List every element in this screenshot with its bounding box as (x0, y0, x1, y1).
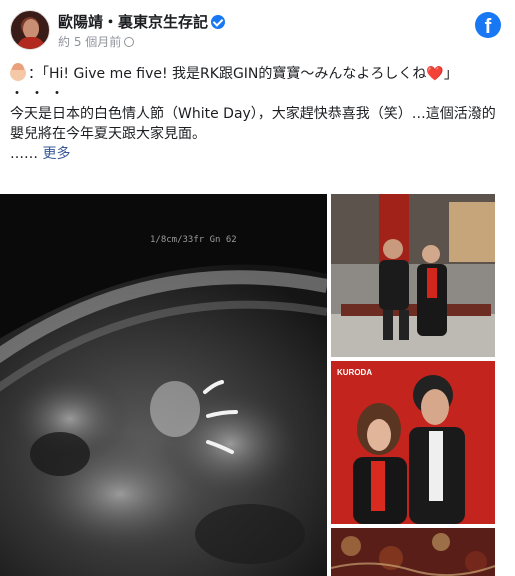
heart-emoji-icon: ❤️ (426, 66, 444, 82)
post-header: 歐陽靖・裏東京生存記 約 5 個月前 f (0, 0, 515, 60)
rug-image (331, 528, 495, 576)
post-line-1: ：「Hi! Give me five! 我是RK跟GIN的寶寶〜みんなよろしくね… (10, 63, 500, 84)
post-text: ：「Hi! Give me five! 我是RK跟GIN的寶寶〜みんなよろしくね… (10, 63, 500, 164)
see-more-link[interactable]: 更多 (42, 146, 70, 162)
street-couple-image (331, 194, 495, 357)
page-name-text: 歐陽靖・裏東京生存記 (58, 13, 209, 31)
photo-gallery: 1/8cm/33fr Gn 62 KURODA (0, 194, 515, 576)
couple-photo-2[interactable]: KURODA (331, 361, 495, 524)
baby-emoji-icon (10, 63, 26, 81)
rug-photo[interactable] (331, 528, 495, 576)
see-more-row: …… 更多 (10, 144, 500, 164)
ultrasound-image: 1/8cm/33fr Gn 62 (0, 194, 327, 576)
page-name-link[interactable]: 歐陽靖・裏東京生存記 (58, 11, 226, 32)
avatar-body (17, 37, 45, 49)
wall-text: KURODA (337, 368, 372, 377)
ultrasound-photo[interactable]: 1/8cm/33fr Gn 62 (0, 194, 327, 576)
post-timestamp[interactable]: 約 5 個月前 (58, 35, 121, 49)
post-body: 今天是日本的白色情人節（White Day），大家趕快恭喜我（笑）…這個活潑的嬰… (10, 106, 496, 142)
avatar[interactable] (10, 10, 50, 50)
couple-photo-1[interactable] (331, 194, 495, 357)
ellipsis: …… (10, 146, 38, 162)
post-dots: ・・・ (10, 86, 70, 102)
post-meta: 約 5 個月前 (58, 33, 135, 50)
red-wall-couple-image: KURODA (331, 361, 495, 524)
globe-icon (124, 37, 135, 47)
facebook-logo-icon[interactable]: f (475, 12, 501, 38)
ultrasound-caption: 1/8cm/33fr Gn 62 (150, 235, 237, 245)
verified-badge-icon (211, 15, 226, 29)
avatar-face (23, 19, 39, 39)
